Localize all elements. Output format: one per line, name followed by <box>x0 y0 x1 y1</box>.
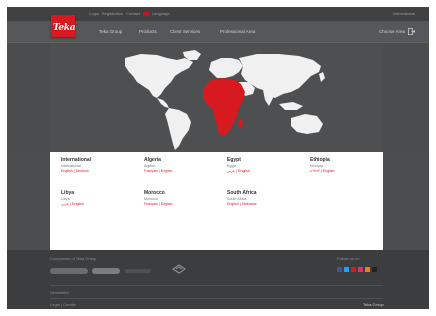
nav-item-products[interactable]: Products <box>139 29 157 34</box>
twitter-icon[interactable] <box>344 267 349 272</box>
copyright: Teka Group <box>363 302 384 307</box>
brand-logo-4-icon[interactable] <box>172 264 186 274</box>
country-block: Egypt Egypt عربي | English <box>227 157 305 173</box>
map-japan <box>319 72 325 82</box>
utility-link-login[interactable]: Login <box>89 11 99 16</box>
country-languages[interactable]: English | Afrikaans <box>227 202 305 206</box>
region-selector[interactable]: International <box>393 11 415 16</box>
utility-link-language[interactable]: Language <box>152 11 170 16</box>
map-europe <box>209 58 243 78</box>
brands-heading: Companies of Teka Group <box>50 256 97 261</box>
utility-links: Login Registration Contact Language <box>89 11 170 16</box>
world-map[interactable] <box>7 44 429 152</box>
country-subtitle: South Africa <box>227 197 247 201</box>
map-australia <box>291 114 323 134</box>
rss-icon[interactable] <box>365 267 370 272</box>
country-subtitle: International <box>61 164 81 168</box>
nav-item-client-services[interactable]: Client Services <box>170 29 200 34</box>
logo-text: Teka <box>53 23 76 33</box>
country-block: International International English | De… <box>61 157 139 173</box>
legal-links[interactable]: Legal | Credits <box>50 302 76 307</box>
country-name[interactable]: International <box>61 157 139 163</box>
flickr-icon[interactable] <box>358 267 363 272</box>
country-languages[interactable]: عربي | English <box>61 202 139 206</box>
utility-link-contact[interactable]: Contact <box>126 11 140 16</box>
country-subtitle: Algérie <box>144 164 156 168</box>
footer-divider <box>50 285 383 286</box>
map-africa <box>203 78 245 136</box>
map-south-america <box>165 108 191 150</box>
youtube-icon[interactable] <box>351 267 356 272</box>
map-central-america <box>157 98 169 108</box>
map-southeast-asia <box>279 102 303 110</box>
nav-item-teka-group[interactable]: Teka Group <box>99 29 122 34</box>
blog-icon[interactable] <box>372 267 377 272</box>
country-languages[interactable]: Français | English <box>144 202 222 206</box>
country-subtitle: Libya <box>61 197 70 201</box>
country-languages[interactable]: English | Deutsch <box>61 169 139 173</box>
flag-icon[interactable] <box>142 11 149 16</box>
country-subtitle: Egypt <box>227 164 237 168</box>
footer-divider <box>50 298 383 299</box>
country-name[interactable]: Libya <box>61 190 139 196</box>
page-frame: Login Registration Contact Language Inte… <box>7 7 429 309</box>
map-area <box>7 44 429 152</box>
utility-link-registration[interactable]: Registration <box>102 11 123 16</box>
nav-item-professional-area[interactable]: Professional Area <box>220 29 255 34</box>
country-block: Libya Libya عربي | English <box>61 190 139 206</box>
map-madagascar <box>238 118 243 128</box>
country-subtitle: Morocco <box>144 197 158 201</box>
brand-logo-1[interactable] <box>50 268 88 274</box>
country-block: Ethiopia Ethiopia አማርኛ | English <box>310 157 388 173</box>
country-name[interactable]: Egypt <box>227 157 305 163</box>
arrow-right-icon <box>408 28 415 35</box>
country-name[interactable]: South Africa <box>227 190 305 196</box>
map-north-america <box>125 54 193 98</box>
choose-area-button[interactable]: Choose Area <box>379 28 415 35</box>
country-subtitle: Ethiopia <box>310 164 323 168</box>
country-name[interactable]: Ethiopia <box>310 157 388 163</box>
country-languages[interactable]: Français | English <box>144 169 222 173</box>
follow-heading: Follow us on <box>337 256 360 261</box>
country-languages[interactable]: አማርኛ | English <box>310 169 388 173</box>
brand-logo-3[interactable] <box>125 269 151 273</box>
brand-logo-2[interactable] <box>92 268 120 274</box>
country-block: South Africa South Africa English | Afri… <box>227 190 305 206</box>
countries-panel: International International English | De… <box>50 152 383 250</box>
map-india <box>263 90 273 106</box>
country-name[interactable]: Morocco <box>144 190 222 196</box>
choose-area-label: Choose Area <box>378 29 405 34</box>
logo[interactable]: Teka <box>51 15 76 37</box>
facebook-icon[interactable] <box>337 267 342 272</box>
country-languages[interactable]: عربي | English <box>227 169 305 173</box>
footer: Companies of Teka Group Follow us on New… <box>7 250 429 309</box>
country-block: Morocco Morocco Français | English <box>144 190 222 206</box>
country-name[interactable]: Algeria <box>144 157 222 163</box>
country-block: Algeria Algérie Français | English <box>144 157 222 173</box>
newsletter-heading: Newsletter <box>50 290 69 295</box>
